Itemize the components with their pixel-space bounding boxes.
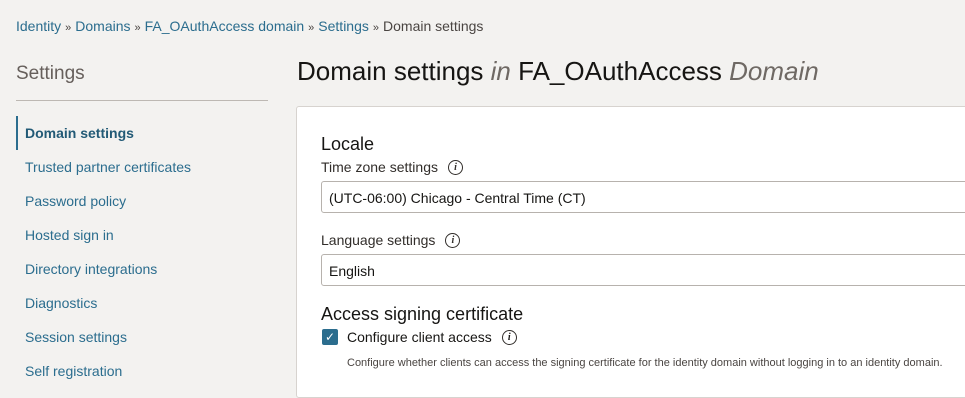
breadcrumb-domain[interactable]: FA_OAuthAccess domain [145,18,305,34]
language-label: Language settings i [321,232,461,248]
info-icon[interactable]: i [445,232,461,248]
breadcrumb-domains[interactable]: Domains [75,18,130,34]
check-icon: ✓ [324,330,336,344]
sidebar-item-trusted-partner-certificates[interactable]: Trusted partner certificates [16,150,268,184]
page-title: Domain settings in FA_OAuthAccess Domain [297,56,819,87]
breadcrumb: Identity» Domains» FA_OAuthAccess domain» S… [16,18,483,34]
sidebar-nav: Domain settings Trusted partner certific… [16,116,268,388]
language-label-text: Language settings [321,232,436,248]
locale-heading: Locale [321,134,375,154]
breadcrumb-identity[interactable]: Identity [16,18,61,34]
breadcrumb-settings[interactable]: Settings [318,18,369,34]
breadcrumb-current: Domain settings [383,18,484,34]
timezone-label: Time zone settings i [321,159,463,175]
page-title-domain-name: FA_OAuthAccess [518,56,722,86]
sidebar-item-password-policy[interactable]: Password policy [16,184,268,218]
sidebar-item-directory-integrations[interactable]: Directory integrations [16,252,268,286]
sidebar-item-diagnostics[interactable]: Diagnostics [16,286,268,320]
breadcrumb-separator: » [134,22,141,34]
page-title-suffix: Domain [729,56,819,86]
signing-heading: Access signing certificate [321,304,524,324]
timezone-label-text: Time zone settings [321,159,438,175]
info-icon[interactable]: i [501,329,517,345]
configure-client-access-checkbox[interactable]: ✓ [322,329,338,345]
page-title-in: in [490,56,511,86]
configure-client-access-label-text[interactable]: Configure client access [347,329,492,345]
language-select[interactable]: English [321,254,965,286]
sidebar-divider [16,100,268,101]
configure-client-access-label: Configure client access i [347,329,517,345]
sidebar-item-domain-settings[interactable]: Domain settings [16,116,268,150]
settings-panel: Locale Time zone settings i (UTC-06:00) … [296,106,965,398]
configure-client-access-help: Configure whether clients can access the… [347,357,943,369]
breadcrumb-separator: » [65,22,72,34]
sidebar-item-session-settings[interactable]: Session settings [16,320,268,354]
sidebar-item-hosted-sign-in[interactable]: Hosted sign in [16,218,268,252]
timezone-select[interactable]: (UTC-06:00) Chicago - Central Time (CT) [321,181,965,213]
breadcrumb-separator: » [372,22,380,34]
page-title-main: Domain settings [297,56,484,86]
info-icon[interactable]: i [447,159,463,175]
breadcrumb-separator: » [308,22,315,34]
sidebar-title: Settings [16,63,85,84]
sidebar-item-self-registration[interactable]: Self registration [16,354,268,388]
